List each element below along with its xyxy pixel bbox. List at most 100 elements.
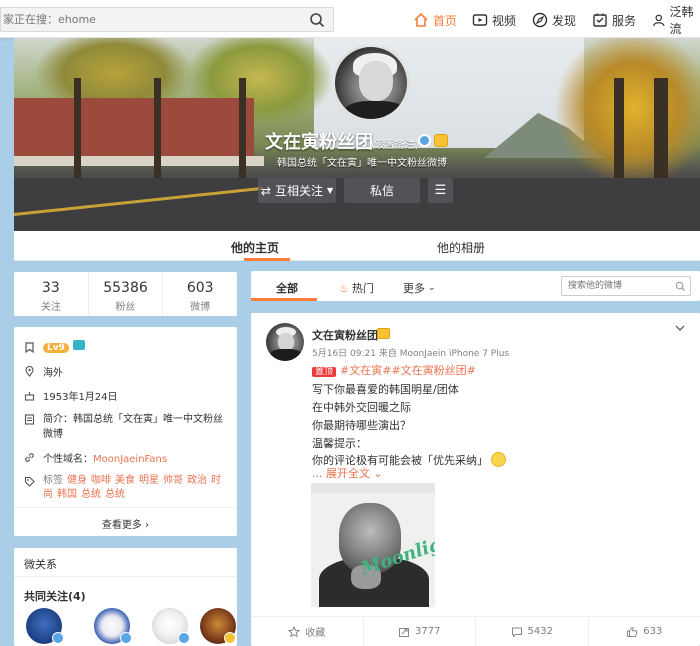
tag-item[interactable]: 帅哥 (163, 475, 183, 486)
post-image[interactable]: Moonlight (311, 483, 435, 607)
verified-badge-icon (120, 632, 132, 644)
domain-row: 个性域名：MoonJaeinFans (24, 450, 167, 465)
mutual-follow-button[interactable]: ⇄ 互相关注 ▼ (258, 178, 336, 203)
exchange-icon: ⇄ (260, 183, 271, 198)
stat-fans-num: 55386 (103, 280, 148, 296)
verified-badge-icon (52, 632, 64, 644)
bookmark-icon (25, 342, 34, 353)
info-card: Lv9 海外 1953年1月24日 简介：韩国总统「文在寅」唯一中文粉丝微博 个… (14, 327, 237, 536)
nav-discover-label: 发现 (552, 13, 577, 28)
tag-item[interactable]: 总统 (81, 489, 101, 500)
post-text-line: 在中韩外交回暖之际 (312, 401, 411, 414)
search-box[interactable] (0, 7, 334, 32)
nav-user[interactable]: 泛韩流 (652, 5, 700, 36)
tag-item[interactable]: 咖啡 (91, 475, 111, 486)
user-icon (653, 14, 665, 27)
feed-search-box[interactable] (561, 276, 691, 296)
favorite-label: 收藏 (305, 628, 326, 639)
tag-item[interactable]: 健身 (67, 475, 87, 486)
vip-crown-icon[interactable] (434, 134, 448, 147)
cover-wall (14, 98, 254, 158)
domain-label: 个性域名： (43, 454, 93, 465)
location-pin-icon (25, 366, 34, 377)
stat-posts[interactable]: 603 微博 (163, 272, 237, 316)
repost-button[interactable]: 3777 (364, 617, 476, 646)
cover-sidewalk (14, 156, 264, 166)
mutual-follow-title[interactable]: 共同关注(4) (24, 588, 86, 604)
star-icon (288, 625, 301, 637)
search-input[interactable] (1, 8, 301, 31)
post-text-line: 写下你最喜爱的韩国明星/团体 (312, 383, 459, 396)
profile-tabs: 他的主页 他的相册 (14, 231, 700, 261)
feed-tab-indicator (251, 298, 317, 301)
tab-album[interactable]: 他的相册 (437, 239, 485, 256)
feed-tab-all[interactable]: 全部 (276, 280, 298, 296)
stat-following-label: 关注 (40, 302, 61, 313)
vip-crown-icon[interactable] (377, 328, 390, 339)
nav-video-label: 视频 (492, 13, 517, 28)
fire-icon: ♨ (339, 281, 349, 295)
stat-fans[interactable]: 55386 粉丝 (89, 272, 164, 316)
tag-item[interactable]: 美食 (115, 475, 135, 486)
more-menu-button[interactable]: ☰ (428, 178, 453, 203)
vip-badge-icon (224, 632, 236, 644)
feed-tab-hot[interactable]: ♨ 热门 (339, 280, 374, 296)
feed-tab-all-label: 全部 (276, 282, 298, 295)
tag-item[interactable]: 政治 (187, 475, 207, 486)
level-badge[interactable]: Lv9 (43, 343, 69, 353)
chevron-down-icon: ⌄ (370, 467, 383, 480)
level-row: Lv9 (24, 340, 85, 353)
stat-fans-label: 粉丝 (115, 302, 136, 313)
nav-home[interactable]: 首页 (413, 11, 457, 29)
search-icon[interactable] (675, 281, 686, 292)
like-count: 633 (643, 626, 663, 637)
tab-home[interactable]: 他的主页 (231, 239, 279, 256)
stat-following-num: 33 (41, 280, 60, 296)
nav-video[interactable]: 视频 (472, 11, 516, 29)
expand-link[interactable]: ... 展开全文 ⌄ (312, 465, 383, 481)
comment-icon (511, 627, 522, 638)
like-button[interactable]: 633 (589, 617, 700, 646)
top-navigation-bar: 首页 视频 发现 服务 泛韩流 (0, 0, 700, 38)
repost-icon (399, 627, 410, 637)
chevron-down-icon[interactable] (673, 321, 687, 335)
post-actions: 收藏 3777 5432 633 (251, 616, 700, 646)
feed-tab-more[interactable]: 更多 ⌄ (403, 280, 436, 296)
feed-search-input[interactable] (562, 277, 672, 295)
post-meta[interactable]: 5月16日 09:21 来自 MoonJaein iPhone 7 Plus (312, 346, 509, 359)
search-icon[interactable] (309, 12, 325, 28)
tag-item[interactable]: 明星 (139, 475, 159, 486)
expand-label: 展开全文 (326, 467, 370, 480)
stat-following[interactable]: 33 关注 (14, 272, 89, 316)
cake-icon (24, 392, 35, 401)
tags-label: 标签 (43, 475, 63, 486)
verified-badge-icon[interactable] (418, 134, 431, 147)
view-more-link[interactable]: 查看更多 › (14, 507, 237, 536)
relations-card: 微关系 共同关注(4) (14, 548, 237, 646)
camera-icon[interactable] (72, 340, 85, 350)
post-hashtags[interactable]: #文在寅##文在寅粉丝团# (340, 364, 476, 377)
nav-discover[interactable]: 发现 (532, 11, 576, 29)
location-text: 海外 (43, 368, 63, 379)
home-icon (414, 12, 428, 27)
post-author-name[interactable]: 文在寅粉丝团 (312, 327, 378, 343)
post-text-line: 你最期待哪些演出？ (312, 419, 411, 432)
comment-button[interactable]: 5432 (476, 617, 589, 646)
view-more-label: 查看更多 (101, 520, 142, 531)
repost-count: 3777 (415, 626, 441, 637)
favorite-button[interactable]: 收藏 (251, 617, 364, 646)
chevron-right-icon: › (145, 520, 150, 531)
document-icon (24, 414, 35, 425)
post-author-avatar[interactable] (266, 323, 304, 361)
tag-item[interactable]: 总统 (105, 489, 125, 500)
nav-service[interactable]: 服务 (592, 11, 636, 29)
post-text-line: 温馨提示： (312, 437, 367, 450)
tags-row: 标签 健身 咖啡 美食 明星 帅哥 政治 时尚 韩国 总统 总统 (24, 474, 229, 502)
profile-avatar[interactable] (332, 44, 410, 122)
tag-item[interactable]: 韩国 (57, 489, 77, 500)
message-button[interactable]: 私信 (344, 178, 420, 203)
set-remark-link[interactable]: (设置备注) (371, 136, 419, 151)
service-icon (593, 13, 607, 27)
stat-posts-label: 微博 (190, 302, 211, 313)
domain-link[interactable]: MoonJaeinFans (93, 454, 167, 465)
